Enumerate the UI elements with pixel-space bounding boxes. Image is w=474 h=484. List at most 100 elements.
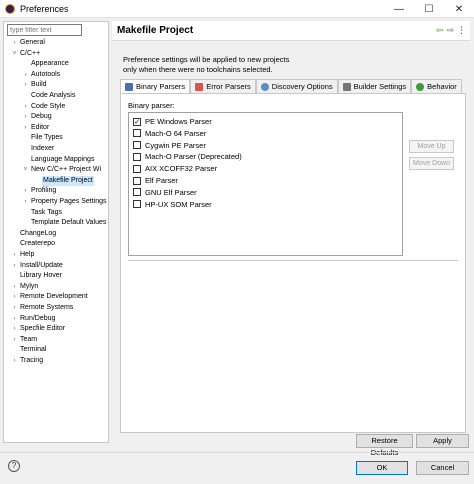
parser-row[interactable]: ✓ PE Windows Parser bbox=[133, 116, 212, 127]
checkbox-checked[interactable]: ✓ bbox=[133, 117, 141, 126]
chevron-right-icon[interactable]: › bbox=[22, 80, 29, 90]
tree-item[interactable]: File Types bbox=[4, 133, 108, 143]
chevron-down-icon[interactable]: ˅ bbox=[11, 49, 18, 59]
tab-discovery[interactable]: Discovery Options bbox=[255, 79, 338, 93]
tree-item[interactable]: Library Hover bbox=[4, 271, 108, 281]
tree-item[interactable]: ˅ C/C++ bbox=[4, 49, 108, 59]
tree-item-label: Build bbox=[31, 81, 47, 89]
chevron-right-icon[interactable]: › bbox=[11, 38, 18, 48]
tab-binary-parsers[interactable]: Binary Parsers bbox=[120, 79, 191, 93]
chevron-right-icon[interactable]: › bbox=[11, 356, 18, 366]
tree-item[interactable]: Indexer bbox=[4, 144, 108, 154]
tree-item-label: Property Pages Settings bbox=[31, 198, 107, 205]
chevron-right-icon[interactable]: › bbox=[11, 282, 18, 292]
parser-label: AIX XCOFF32 Parser bbox=[145, 164, 218, 174]
minimize-button[interactable]: — bbox=[384, 0, 414, 18]
tree-item[interactable]: › Code Style bbox=[4, 102, 108, 112]
restore-defaults-button[interactable]: Restore Defaults bbox=[356, 434, 413, 457]
tab-behavior[interactable]: Behavior bbox=[411, 79, 462, 93]
checkbox-unchecked[interactable] bbox=[133, 188, 141, 197]
chevron-right-icon[interactable]: › bbox=[11, 250, 18, 260]
tree-item[interactable]: › Remote Systems bbox=[4, 303, 108, 313]
close-button[interactable]: ✕ bbox=[444, 0, 474, 18]
window-title: Preferences bbox=[20, 4, 69, 14]
tree-item[interactable]: Task Tags bbox=[4, 208, 108, 218]
filter-input[interactable] bbox=[7, 24, 82, 36]
tree-item[interactable]: › Build bbox=[4, 80, 108, 90]
checkbox-unchecked[interactable] bbox=[133, 129, 141, 138]
tab-builder[interactable]: Builder Settings bbox=[337, 79, 412, 93]
tree-item-label: New C/C++ Project Wi bbox=[31, 166, 102, 174]
tree-item[interactable]: › Help bbox=[4, 250, 108, 260]
chevron-right-icon[interactable]: › bbox=[22, 112, 29, 122]
parser-row[interactable]: Elf Parser bbox=[133, 175, 178, 186]
maximize-button[interactable]: ☐ bbox=[414, 0, 444, 18]
tree-item[interactable]: ˅ New C/C++ Project Wi bbox=[4, 165, 108, 175]
parser-row[interactable]: AIX XCOFF32 Parser bbox=[133, 163, 217, 174]
chevron-right-icon[interactable]: › bbox=[22, 102, 29, 112]
tree-item[interactable]: › Debug bbox=[4, 112, 108, 122]
chevron-right-icon[interactable]: › bbox=[11, 324, 18, 334]
chevron-right-icon[interactable]: › bbox=[11, 335, 18, 345]
parser-row[interactable]: Mach-O Parser (Deprecated) bbox=[133, 151, 242, 162]
tree-item[interactable]: Code Analysis bbox=[4, 91, 108, 101]
tree-item-label: Template Default Values bbox=[31, 219, 107, 227]
move-up-button[interactable]: Move Up bbox=[409, 140, 454, 153]
checkbox-unchecked[interactable] bbox=[133, 152, 141, 161]
tree-item[interactable]: Createrepo bbox=[4, 239, 108, 249]
chevron-right-icon[interactable]: › bbox=[11, 314, 18, 324]
tree-item-label: Debug bbox=[31, 113, 52, 121]
tree-item[interactable]: › Install/Update bbox=[4, 261, 108, 271]
parser-row[interactable]: Mach-O 64 Parser bbox=[133, 128, 206, 139]
parser-row[interactable]: Cygwin PE Parser bbox=[133, 140, 206, 151]
tree-item[interactable]: › Team bbox=[4, 335, 108, 345]
tree-item[interactable]: › Remote Development bbox=[4, 292, 108, 302]
tree-item[interactable]: Terminal bbox=[4, 345, 108, 355]
cancel-button[interactable]: Cancel bbox=[416, 461, 469, 475]
parser-label: Mach-O 64 Parser bbox=[145, 128, 207, 138]
tree-item-label: Indexer bbox=[31, 145, 55, 152]
ok-button[interactable]: OK bbox=[356, 461, 408, 475]
tree-item[interactable]: Makefile Project bbox=[4, 175, 108, 186]
parser-row[interactable]: HP-UX SOM Parser bbox=[133, 199, 212, 210]
tree-item[interactable]: › Editor bbox=[4, 123, 108, 133]
back-arrow-icon[interactable]: ⇦ bbox=[436, 25, 444, 36]
tab-label: Binary Parsers bbox=[136, 81, 186, 91]
binary-parsers-icon bbox=[125, 82, 133, 91]
forward-arrow-icon[interactable]: ⇨ bbox=[446, 25, 454, 36]
move-down-button[interactable]: Move Down bbox=[409, 157, 454, 170]
tree-item-label: Remote Systems bbox=[20, 304, 74, 311]
chevron-right-icon[interactable]: › bbox=[22, 197, 29, 207]
tree-item[interactable]: › Tracing bbox=[4, 356, 108, 366]
tree-item[interactable]: › Profiling bbox=[4, 186, 108, 196]
tree-item[interactable]: › Property Pages Settings bbox=[4, 197, 108, 207]
checkbox-unchecked[interactable] bbox=[133, 164, 141, 173]
view-menu-icon[interactable]: ⋮ bbox=[457, 25, 466, 36]
tree-item[interactable]: Template Default Values bbox=[4, 218, 108, 228]
tree-item[interactable]: › General bbox=[4, 38, 108, 48]
tree-item[interactable]: Language Mappings bbox=[4, 155, 108, 165]
chevron-down-icon[interactable]: ˅ bbox=[22, 165, 29, 175]
chevron-right-icon[interactable]: › bbox=[22, 123, 29, 133]
checkbox-unchecked[interactable] bbox=[133, 176, 141, 185]
chevron-right-icon[interactable]: › bbox=[11, 292, 18, 302]
parser-row[interactable]: GNU Elf Parser bbox=[133, 187, 197, 198]
chevron-right-icon[interactable]: › bbox=[11, 303, 18, 313]
checkbox-unchecked[interactable] bbox=[133, 200, 141, 209]
tree-item[interactable]: ChangeLog bbox=[4, 229, 108, 239]
tree-item[interactable]: › Run/Debug bbox=[4, 314, 108, 324]
tree-item[interactable]: › Autotools bbox=[4, 70, 108, 80]
apply-button[interactable]: Apply bbox=[416, 434, 469, 448]
tree-item-label: General bbox=[20, 39, 45, 46]
tree-item[interactable]: › Mylyn bbox=[4, 282, 108, 292]
tree-item[interactable]: Appearance bbox=[4, 59, 108, 69]
tab-error-parsers[interactable]: Error Parsers bbox=[190, 79, 256, 93]
parser-label: PE Windows Parser bbox=[145, 117, 212, 126]
tree-item-label: Editor bbox=[31, 123, 50, 131]
chevron-right-icon[interactable]: › bbox=[22, 70, 29, 80]
checkbox-unchecked[interactable] bbox=[133, 141, 141, 150]
chevron-right-icon[interactable]: › bbox=[22, 186, 29, 196]
help-icon[interactable]: ? bbox=[8, 460, 20, 472]
chevron-right-icon[interactable]: › bbox=[11, 261, 18, 271]
tree-item[interactable]: › Specfile Editor bbox=[4, 324, 108, 334]
